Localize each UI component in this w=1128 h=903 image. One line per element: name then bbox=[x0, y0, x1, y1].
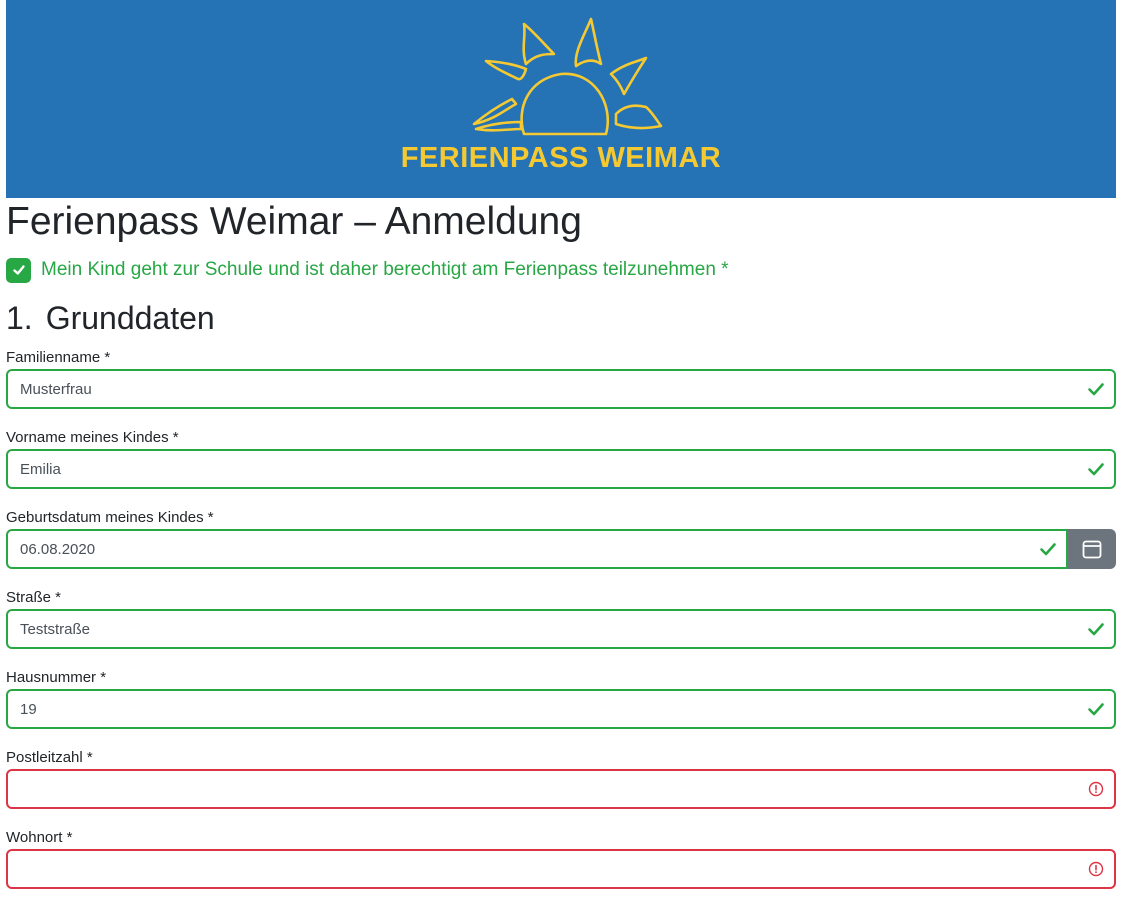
vorname-input[interactable] bbox=[8, 451, 1114, 487]
error-icon bbox=[1088, 781, 1104, 797]
page-title: Ferienpass Weimar – Anmeldung bbox=[6, 200, 582, 243]
eligibility-checkbox[interactable] bbox=[6, 257, 31, 283]
brand-wordmark: FERIENPASS WEIMAR bbox=[400, 142, 722, 174]
wohnort-input[interactable] bbox=[8, 851, 1114, 887]
registration-page: FERIENPASS WEIMAR Ferienpass Weimar – An… bbox=[0, 0, 1128, 903]
hausnummer-input-wrapper bbox=[6, 689, 1116, 729]
familienname-field: Familienname * bbox=[6, 348, 1116, 409]
valid-check-icon bbox=[1088, 703, 1104, 716]
error-icon bbox=[1088, 861, 1104, 877]
calendar-icon bbox=[1082, 540, 1102, 559]
familienname-input-wrapper bbox=[6, 369, 1116, 409]
postleitzahl-input[interactable] bbox=[8, 771, 1114, 807]
eligibility-label[interactable]: Mein Kind geht zur Schule und ist daher … bbox=[41, 259, 729, 281]
familienname-label: Familienname * bbox=[6, 349, 111, 366]
vorname-label: Vorname meines Kindes * bbox=[6, 429, 179, 446]
geburtsdatum-field: Geburtsdatum meines Kindes * bbox=[6, 508, 1116, 569]
strasse-field: Straße * bbox=[6, 588, 1116, 649]
valid-check-icon bbox=[1088, 383, 1104, 396]
strasse-input[interactable] bbox=[8, 611, 1114, 647]
header-banner: FERIENPASS WEIMAR bbox=[6, 0, 1116, 198]
geburtsdatum-input-wrapper bbox=[6, 529, 1068, 569]
postleitzahl-input-wrapper bbox=[6, 769, 1116, 809]
geburtsdatum-label: Geburtsdatum meines Kindes * bbox=[6, 509, 214, 526]
familienname-input[interactable] bbox=[8, 371, 1114, 407]
calendar-button[interactable] bbox=[1068, 529, 1116, 569]
strasse-input-wrapper bbox=[6, 609, 1116, 649]
hausnummer-label: Hausnummer * bbox=[6, 669, 107, 686]
vorname-input-wrapper bbox=[6, 449, 1116, 489]
wohnort-field: Wohnort * bbox=[6, 828, 1116, 889]
valid-check-icon bbox=[1088, 623, 1104, 636]
check-icon bbox=[12, 265, 25, 275]
sun-logo-icon bbox=[472, 17, 663, 136]
wohnort-input-wrapper bbox=[6, 849, 1116, 889]
section-heading: 1. Grunddaten bbox=[6, 300, 215, 337]
valid-check-icon bbox=[1040, 543, 1056, 556]
hausnummer-field: Hausnummer * bbox=[6, 668, 1116, 729]
valid-check-icon bbox=[1088, 463, 1104, 476]
section-title: Grunddaten bbox=[45, 300, 215, 336]
hausnummer-input[interactable] bbox=[8, 691, 1114, 727]
postleitzahl-field: Postleitzahl * bbox=[6, 748, 1116, 809]
postleitzahl-label: Postleitzahl * bbox=[6, 749, 93, 766]
wohnort-label: Wohnort * bbox=[6, 829, 73, 846]
vorname-field: Vorname meines Kindes * bbox=[6, 428, 1116, 489]
eligibility-checkbox-row[interactable]: Mein Kind geht zur Schule und ist daher … bbox=[6, 256, 729, 284]
strasse-label: Straße * bbox=[6, 589, 62, 606]
geburtsdatum-input[interactable] bbox=[8, 531, 1066, 567]
section-number: 1. bbox=[6, 300, 33, 336]
